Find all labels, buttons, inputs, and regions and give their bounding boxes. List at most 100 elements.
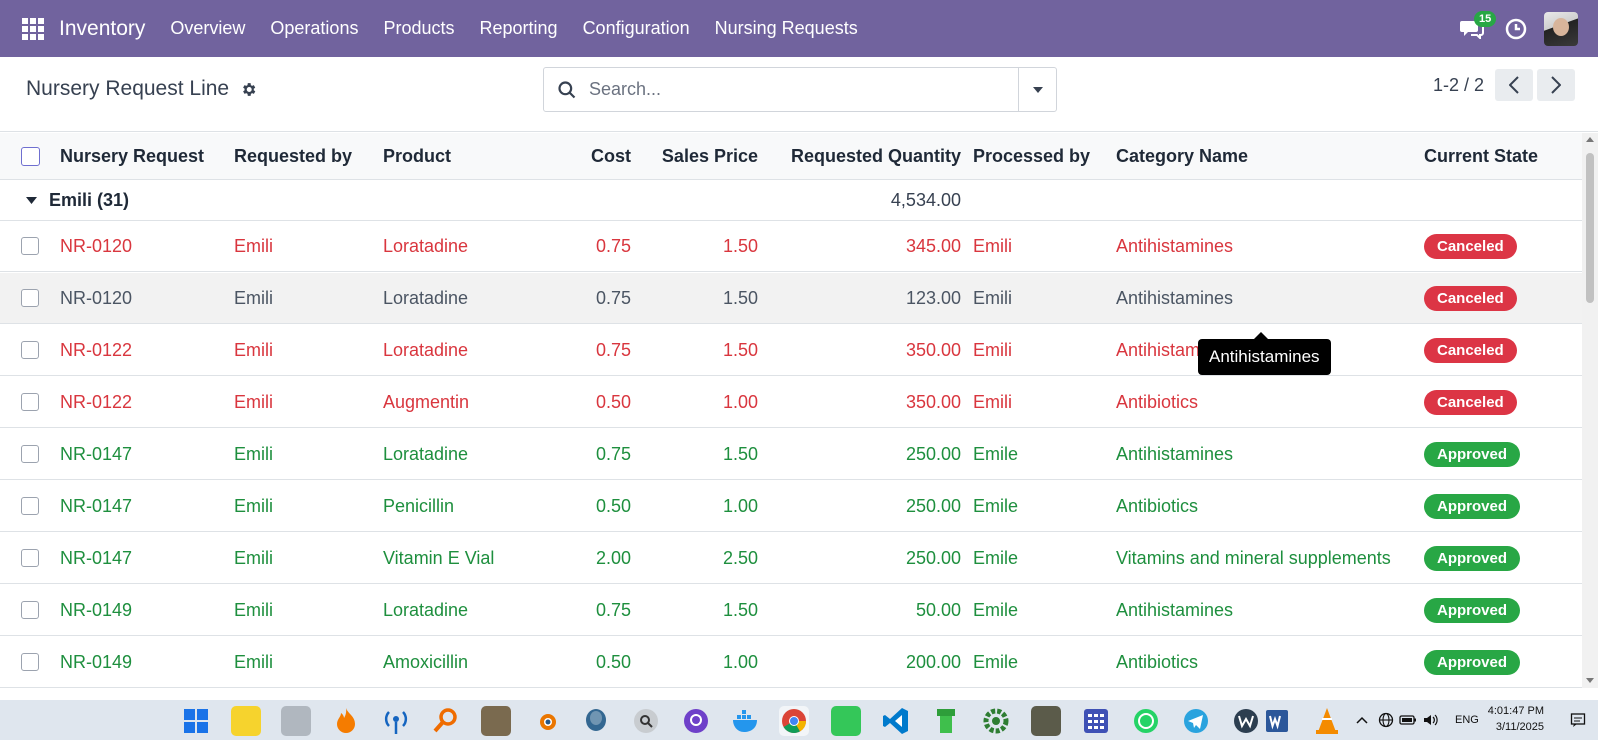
whatsapp-icon[interactable] [1131,706,1161,736]
vscode-icon[interactable] [881,706,911,736]
menu-operations[interactable]: Operations [270,18,358,39]
blender-icon[interactable] [531,706,561,736]
header-cost[interactable]: Cost [560,133,631,179]
cell-product: Loratadine [383,339,469,360]
docker-icon[interactable] [731,706,761,736]
header-requested-by[interactable]: Requested by [234,133,352,179]
menu-overview[interactable]: Overview [170,18,245,39]
cell-requested-by: Emili [234,547,273,568]
table-row[interactable]: NR-0122 Emili Augmentin 0.50 1.00 350.00 Emili… [0,377,1582,428]
status-badge: Canceled [1424,234,1517,259]
header-category-name[interactable]: Category Name [1116,133,1248,179]
search-app-icon[interactable] [631,706,661,736]
search-input[interactable] [589,79,989,100]
search-options-toggle[interactable] [1018,68,1056,111]
messages-count-badge: 15 [1474,10,1497,27]
battery-icon[interactable] [1399,700,1417,740]
cell-category-name: Antibiotics [1116,651,1199,672]
windows-start-icon[interactable] [181,706,211,736]
pager-previous-button[interactable] [1495,69,1533,101]
scroll-up-arrow[interactable] [1586,137,1594,142]
scroll-down-arrow[interactable] [1586,678,1594,683]
vertical-scrollbar[interactable] [1582,133,1598,688]
settings-gear-app-icon[interactable] [981,706,1011,736]
table-row[interactable]: NR-0147 Emili Penicillin 0.50 1.00 250.00 Emil… [0,481,1582,532]
row-checkbox[interactable] [21,549,39,567]
status-badge: Approved [1424,442,1521,467]
menu-reporting[interactable]: Reporting [480,18,558,39]
cell-requested-by: Emili [234,391,273,412]
calculator-icon[interactable] [1081,706,1111,736]
pager-next-button[interactable] [1537,69,1575,101]
postgresql-icon[interactable] [581,706,611,736]
table-row[interactable]: NR-0149 Emili Amoxicillin 0.50 1.00 200.00 Emi… [0,637,1582,688]
word-icon[interactable] [1262,706,1292,736]
row-checkbox[interactable] [21,341,39,359]
table-row[interactable]: NR-0122 Emili Loratadine 0.75 1.50 350.00 Emil… [0,325,1582,376]
table-row[interactable]: NR-0120 Emili Loratadine 0.75 1.50 345.00 Emil… [0,221,1582,272]
status-badge: Approved [1424,546,1521,571]
chevron-up-icon[interactable] [1356,700,1368,740]
vlc-icon[interactable] [1312,706,1342,736]
taskbar-clock[interactable]: 4:01:47 PM 3/11/2025 [1466,703,1544,735]
screen-capture-icon[interactable] [831,706,861,736]
table-row[interactable]: NR-0149 Emili Loratadine 0.75 1.50 50.00 Emile… [0,585,1582,636]
chevron-right-icon [1551,76,1561,94]
header-product[interactable]: Product [383,133,451,179]
table-row[interactable]: NR-0147 Emili Vitamin E Vial 2.00 2.50 250.00… [0,533,1582,584]
search-tool-icon[interactable] [431,706,461,736]
activity-clock-icon[interactable] [1504,17,1528,41]
group-row[interactable]: Emili (31) 4,534.00 [0,180,1582,221]
flame-app-icon[interactable] [331,706,361,736]
select-all-checkbox[interactable] [21,147,40,166]
list-view: Nursery Request Requested by Product Cos… [0,133,1582,688]
sticky-notes-icon[interactable] [231,706,261,736]
gimp-icon[interactable] [481,706,511,736]
notification-icon[interactable] [1570,700,1586,740]
user-avatar[interactable] [1544,11,1578,46]
caret-down-icon [1032,86,1043,93]
apps-menu-icon[interactable] [22,17,44,40]
scrollbar-thumb[interactable] [1586,153,1594,303]
app-name[interactable]: Inventory [59,17,145,41]
pipe-app-icon[interactable] [931,706,961,736]
row-checkbox[interactable] [21,289,39,307]
row-checkbox[interactable] [21,653,39,671]
cell-requested-by: Emili [234,235,273,256]
globe-icon[interactable] [1378,700,1394,740]
header-nursery-request[interactable]: Nursery Request [60,133,204,179]
menu-products[interactable]: Products [383,18,454,39]
network-tool-icon[interactable] [381,706,411,736]
chrome-icon[interactable] [779,706,809,736]
row-checkbox[interactable] [21,445,39,463]
gear-icon[interactable] [240,81,257,98]
volume-icon[interactable] [1423,700,1439,740]
telegram-icon[interactable] [1181,706,1211,736]
header-processed-by[interactable]: Processed by [973,133,1090,179]
cell-requested-by: Emili [234,599,273,620]
row-checkbox[interactable] [21,393,39,411]
table-row[interactable]: NR-0147 Emili Loratadine 0.75 1.50 250.00 Emil… [0,429,1582,480]
taskbar-time: 4:01:47 PM [1487,705,1544,717]
messages-button[interactable]: 15 [1460,10,1497,41]
menu-nursing-requests[interactable]: Nursing Requests [715,18,858,39]
cell-product: Augmentin [383,391,470,412]
file-manager-icon[interactable] [281,706,311,736]
row-checkbox[interactable] [21,497,39,515]
header-sales-price[interactable]: Sales Price [640,133,758,179]
cell-nursery-request: NR-0120 [60,235,133,256]
menu-configuration[interactable]: Configuration [583,18,690,39]
table-row[interactable]: NR-0120 Emili Loratadine 0.75 1.50 123.00 Emil… [0,273,1582,324]
gaming-app-icon[interactable] [1031,706,1061,736]
header-current-state[interactable]: Current State [1424,133,1538,179]
github-icon[interactable] [681,706,711,736]
cell-product: Loratadine [383,235,469,256]
header-requested-quantity[interactable]: Requested Quantity [770,133,961,179]
row-checkbox[interactable] [21,237,39,255]
status-badge: Approved [1424,598,1521,623]
cell-cost: 0.75 [595,443,631,464]
pager-value[interactable]: 1-2 / 2 [1433,75,1484,96]
wps-icon[interactable] [1231,706,1261,736]
row-checkbox[interactable] [21,601,39,619]
search-icon [558,80,576,98]
